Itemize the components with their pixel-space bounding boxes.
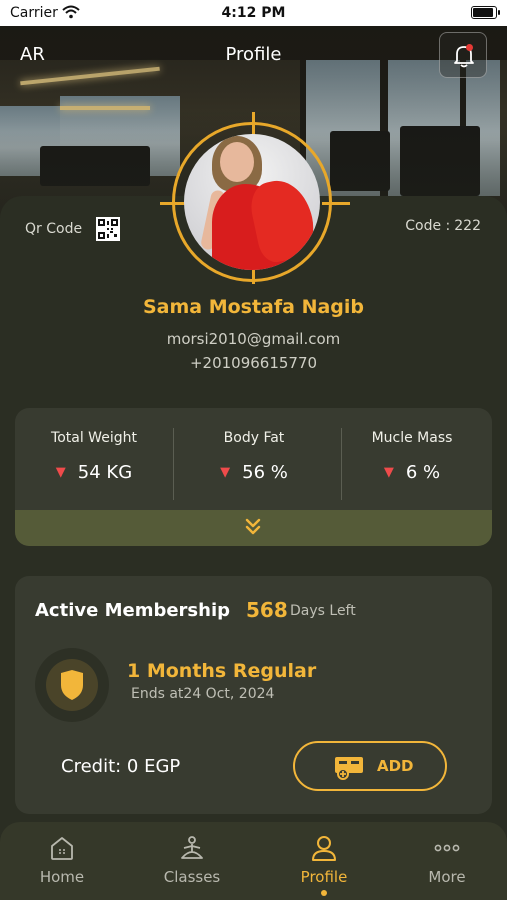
yoga-icon [181, 836, 203, 859]
bottom-navigation: Home Classes Profile More [0, 822, 507, 900]
stat-body-fat: Body Fat ▼ 56 % [175, 430, 333, 483]
notification-dot [466, 44, 473, 51]
qr-code-label: Qr Code [25, 221, 83, 237]
more-icon [434, 844, 460, 852]
membership-title: Active Membership [35, 600, 231, 621]
plan-end-date: Ends at24 Oct, 2024 [131, 686, 275, 702]
user-icon [312, 836, 336, 861]
stat-value: 56 % [242, 462, 288, 483]
notifications-button[interactable] [439, 32, 487, 78]
arrow-down-icon: ▼ [383, 465, 394, 480]
plan-name: 1 Months Regular [127, 660, 317, 682]
membership-card[interactable]: Active Membership 568 Days Left 1 Months… [15, 576, 492, 814]
page-title: Profile [225, 44, 282, 65]
stat-label: Mucle Mass [371, 430, 453, 446]
user-phone: +201096615770 [189, 354, 318, 372]
qr-code-icon [96, 217, 121, 241]
stat-total-weight: Total Weight ▼ 54 KG [15, 430, 173, 483]
nav-label: Classes [163, 868, 221, 886]
home-icon [51, 837, 73, 860]
member-code: Code :222 [401, 218, 481, 234]
status-bar: Carrier 4:12 PM [0, 0, 507, 26]
chevron-double-down-icon [245, 518, 261, 535]
nav-item-more[interactable]: More [392, 834, 502, 886]
nav-item-classes[interactable]: Classes [137, 834, 247, 886]
top-bar: AR Profile [0, 26, 507, 84]
nav-label: More [428, 868, 466, 886]
user-name: Sama Mostafa Nagib [142, 296, 365, 318]
screen: Carrier 4:12 PM AR Profile Qr Code Code … [0, 0, 507, 900]
clock: 4:12 PM [221, 5, 286, 21]
expand-stats-button[interactable] [15, 510, 492, 546]
stat-muscle-mass: Mucle Mass ▼ 6 % [333, 430, 491, 483]
qr-code-button[interactable]: Qr Code [25, 217, 121, 241]
user-email: morsi2010@gmail.com [166, 330, 341, 348]
arrow-down-icon: ▼ [55, 465, 66, 480]
body-stats-card: Total Weight ▼ 54 KG Body Fat ▼ 56 % Mucle… [15, 408, 492, 546]
membership-badge [35, 648, 109, 722]
add-button-label: ADD [377, 757, 414, 775]
add-credit-button[interactable]: ADD [293, 741, 447, 791]
stat-label: Total Weight [51, 430, 137, 446]
profile-photo [184, 134, 320, 270]
credit-balance: Credit: 0 EGP [61, 756, 181, 777]
nav-label: Profile [300, 868, 348, 886]
code-value: 222 [454, 218, 481, 234]
stat-label: Body Fat [223, 430, 285, 446]
nav-item-profile[interactable]: Profile [269, 834, 379, 896]
nav-label: Home [39, 868, 85, 886]
shield-icon [61, 670, 83, 700]
battery-icon [471, 6, 500, 19]
code-label: Code : [405, 218, 451, 234]
nav-item-home[interactable]: Home [7, 834, 117, 886]
days-left-label: Days Left [290, 603, 356, 619]
wallet-add-icon [335, 757, 363, 780]
stat-value: 54 KG [77, 462, 133, 483]
avatar[interactable] [160, 112, 350, 284]
active-indicator [321, 890, 327, 896]
stat-value: 6 % [405, 462, 441, 483]
days-left-count: 568 [246, 598, 288, 622]
arrow-down-icon: ▼ [220, 465, 231, 480]
